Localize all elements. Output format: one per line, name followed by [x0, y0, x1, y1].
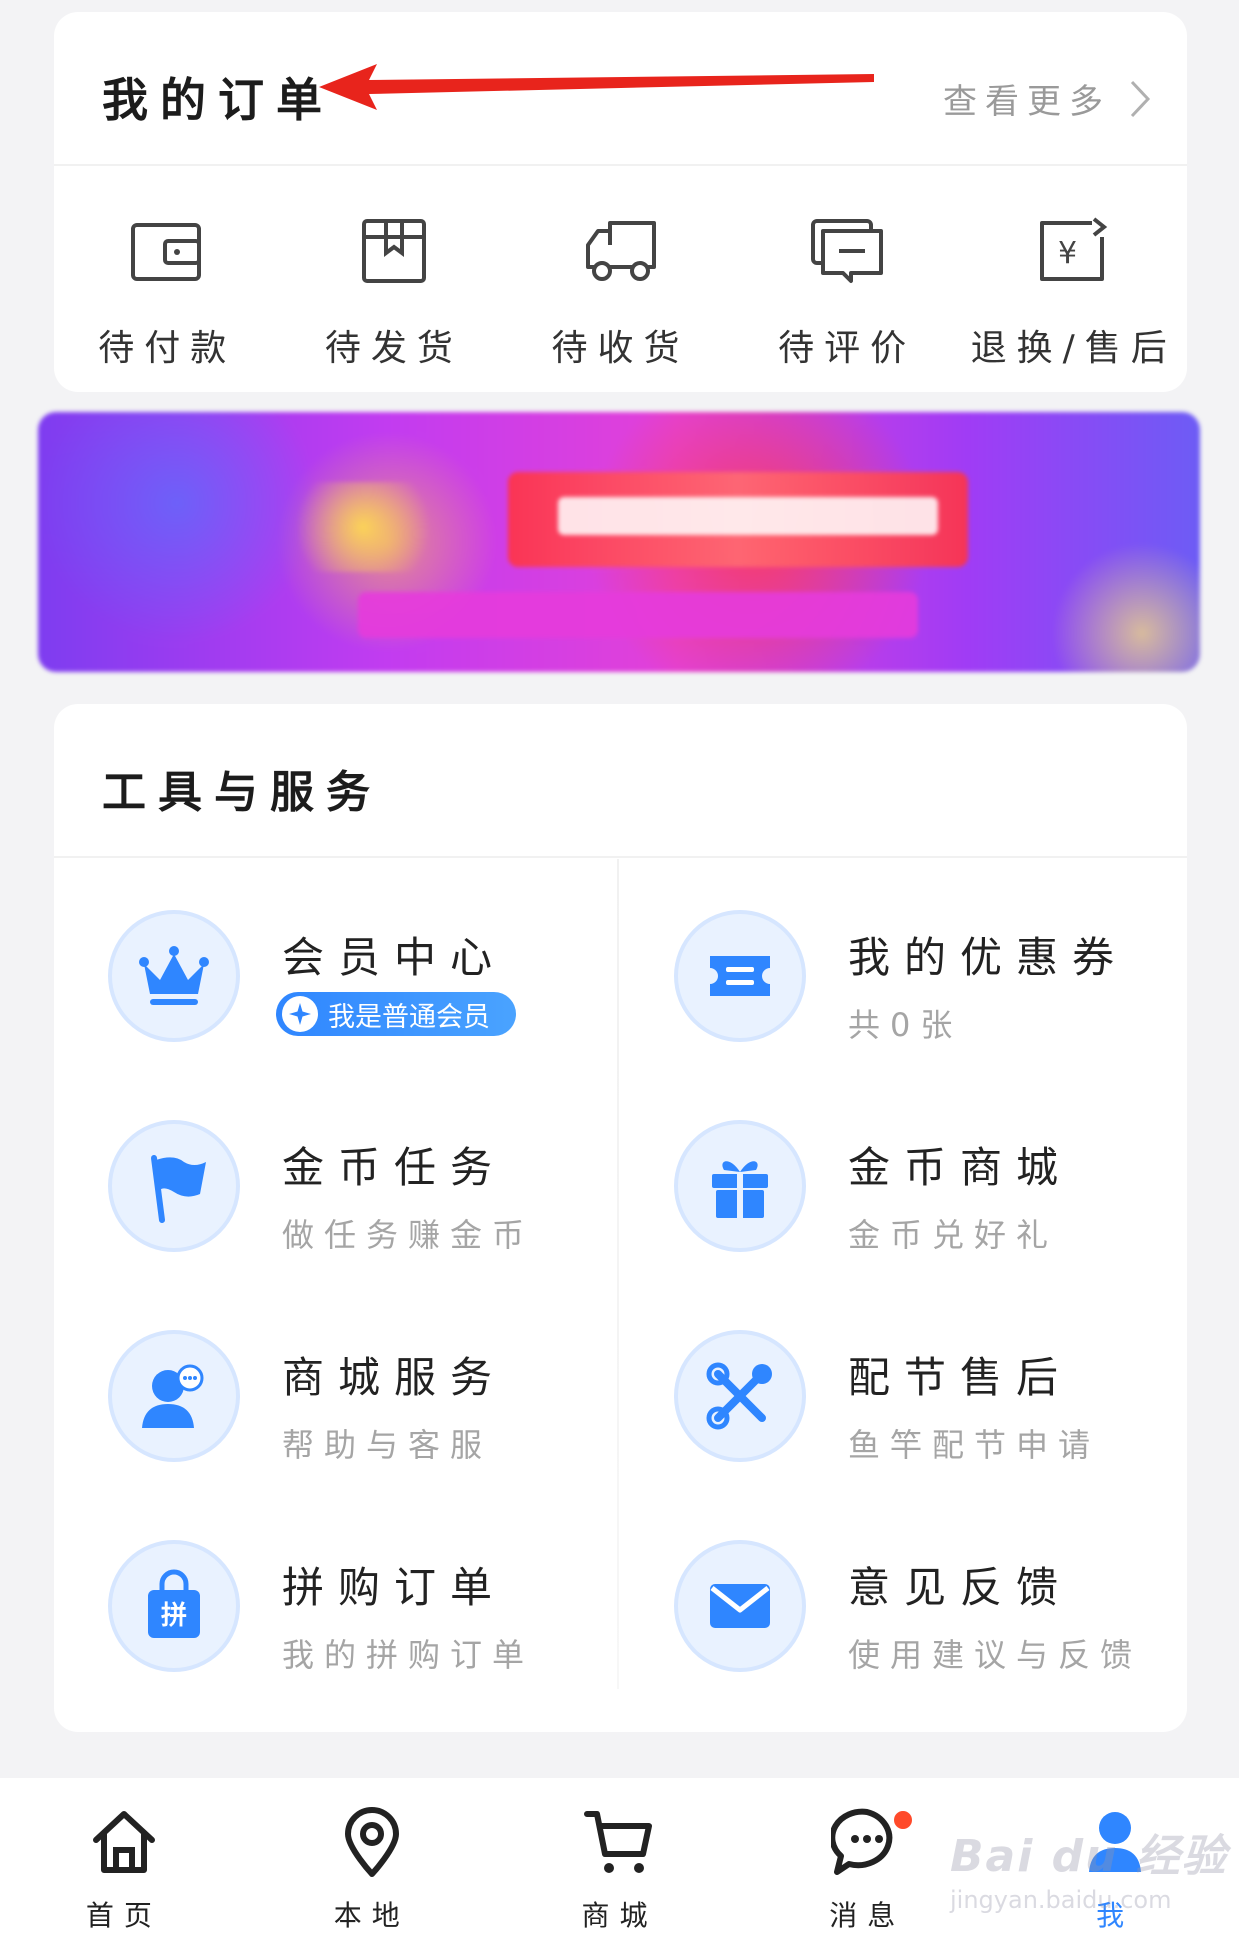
- order-status-row: 待付款 待发货 待收货 待评价 ¥ 退换/售后: [54, 217, 1187, 371]
- promo-banner[interactable]: [38, 412, 1200, 672]
- tool-title: 拼购订单: [282, 1563, 507, 1612]
- banner-decoration: [558, 497, 938, 535]
- divider: [54, 164, 1187, 166]
- banner-decoration: [278, 482, 448, 572]
- divider: [54, 856, 1187, 858]
- tool-subtitle: 共0张: [848, 1006, 963, 1044]
- tool-coin-mall[interactable]: 金币商城 金币兑好礼: [620, 1074, 1186, 1284]
- tool-icon-circle: [674, 1540, 806, 1672]
- nav-item-mall[interactable]: 商城: [496, 1778, 744, 1951]
- tool-title: 意见反馈: [848, 1563, 1073, 1612]
- order-item-label: 待发货: [324, 328, 463, 369]
- tools-icon: [706, 1362, 772, 1430]
- member-badge-label: 我是普通会员: [328, 1001, 490, 1033]
- cart-icon: [584, 1811, 653, 1873]
- tool-icon-circle: [108, 1330, 240, 1462]
- tool-feedback[interactable]: 意见反馈 使用建议与反馈: [620, 1494, 1186, 1704]
- tool-subtitle: 帮助与客服: [282, 1426, 493, 1464]
- group-buy-icon-text: 拼: [161, 1601, 187, 1631]
- view-more-label: 查看更多: [943, 82, 1111, 122]
- view-more-link[interactable]: 查看更多: [943, 74, 1151, 123]
- nav-label: 本地: [333, 1899, 410, 1932]
- coupon-icon: [710, 956, 770, 996]
- tool-group-buy-orders[interactable]: 拼 拼购订单 我的拼购订单: [54, 1494, 620, 1704]
- star-icon: [282, 996, 318, 1032]
- banner-decoration: [358, 592, 918, 638]
- order-item-label: 待付款: [98, 328, 237, 369]
- order-item-label: 待评价: [778, 328, 917, 369]
- tool-icon-circle: [674, 1120, 806, 1252]
- svg-text:¥: ¥: [1058, 236, 1077, 271]
- truck-icon: [586, 221, 657, 281]
- tool-title: 商城服务: [282, 1353, 507, 1402]
- location-icon: [344, 1807, 399, 1877]
- gift-icon: [712, 1161, 768, 1218]
- my-orders-card: 我的订单 查看更多 待付款 待发货 待收货 待评价 ¥ 退换/售后: [54, 12, 1187, 392]
- order-item-pending-payment[interactable]: 待付款: [54, 217, 281, 371]
- tool-subtitle: 金币兑好礼: [848, 1216, 1059, 1254]
- tool-subtitle: 使用建议与反馈: [848, 1636, 1143, 1674]
- tool-member-center[interactable]: 会员中心 我是普通会员: [54, 864, 620, 1074]
- tool-mall-service[interactable]: 商城服务 帮助与客服: [54, 1284, 620, 1494]
- refund-icon: ¥: [1039, 217, 1107, 281]
- notification-dot: [891, 1808, 916, 1832]
- customer-service-icon: [142, 1364, 204, 1428]
- comment-icon: [811, 219, 884, 283]
- tool-title: 会员中心: [282, 933, 507, 982]
- tool-subtitle: 鱼竿配节申请: [848, 1426, 1101, 1464]
- orders-title: 我的订单: [102, 73, 334, 127]
- order-item-label: 退换/售后: [970, 328, 1177, 369]
- tools-services-card: 工具与服务 会员中心 我是普通会员 我的优惠券 共0张 金币任务 做任务赚金币 …: [54, 704, 1187, 1732]
- tool-subtitle: 做任务赚金币: [282, 1216, 535, 1254]
- chevron-right-icon: [1130, 80, 1151, 117]
- nav-label: 消息: [829, 1899, 906, 1932]
- tool-icon-circle: [108, 910, 240, 1042]
- package-icon: [361, 219, 426, 283]
- tool-title: 我的优惠券: [848, 933, 1129, 982]
- watermark-brand: Bai du 经验: [950, 1831, 1228, 1882]
- mail-icon: [710, 1584, 770, 1628]
- nav-item-local[interactable]: 本地: [248, 1778, 496, 1951]
- tool-icon-circle: 拼: [108, 1540, 240, 1672]
- member-level-badge[interactable]: 我是普通会员: [276, 992, 516, 1036]
- tool-coin-tasks[interactable]: 金币任务 做任务赚金币: [54, 1074, 620, 1284]
- tool-rod-parts-aftersale[interactable]: 配节售后 鱼竿配节申请: [620, 1284, 1186, 1494]
- tool-icon-circle: [108, 1120, 240, 1252]
- nav-item-home[interactable]: 首页: [0, 1778, 248, 1951]
- tool-title: 配节售后: [848, 1353, 1073, 1402]
- order-item-pending-receipt[interactable]: 待收货: [507, 217, 734, 371]
- flag-icon: [151, 1155, 206, 1223]
- nav-label: 商城: [581, 1899, 658, 1932]
- order-item-label: 待收货: [551, 328, 690, 369]
- tools-title: 工具与服务: [102, 767, 382, 818]
- order-item-pending-shipment[interactable]: 待发货: [281, 217, 508, 371]
- tool-my-coupons[interactable]: 我的优惠券 共0张: [620, 864, 1186, 1074]
- order-item-pending-review[interactable]: 待评价: [734, 217, 961, 371]
- tool-icon-circle: [674, 910, 806, 1042]
- tool-subtitle: 我的拼购订单: [282, 1636, 535, 1674]
- nav-label: 首页: [85, 1899, 162, 1932]
- wallet-icon: [131, 223, 202, 281]
- tool-title: 金币任务: [282, 1143, 507, 1192]
- group-buy-icon: 拼: [148, 1569, 200, 1638]
- watermark-url: jingyan.baidu.com: [950, 1886, 1172, 1914]
- tool-title: 金币商城: [848, 1143, 1073, 1192]
- order-item-refund-aftersale[interactable]: ¥ 退换/售后: [960, 217, 1187, 371]
- tool-icon-circle: [674, 1330, 806, 1462]
- home-icon: [92, 1811, 155, 1873]
- red-arrow-annotation: [319, 64, 874, 110]
- crown-icon: [139, 946, 209, 1005]
